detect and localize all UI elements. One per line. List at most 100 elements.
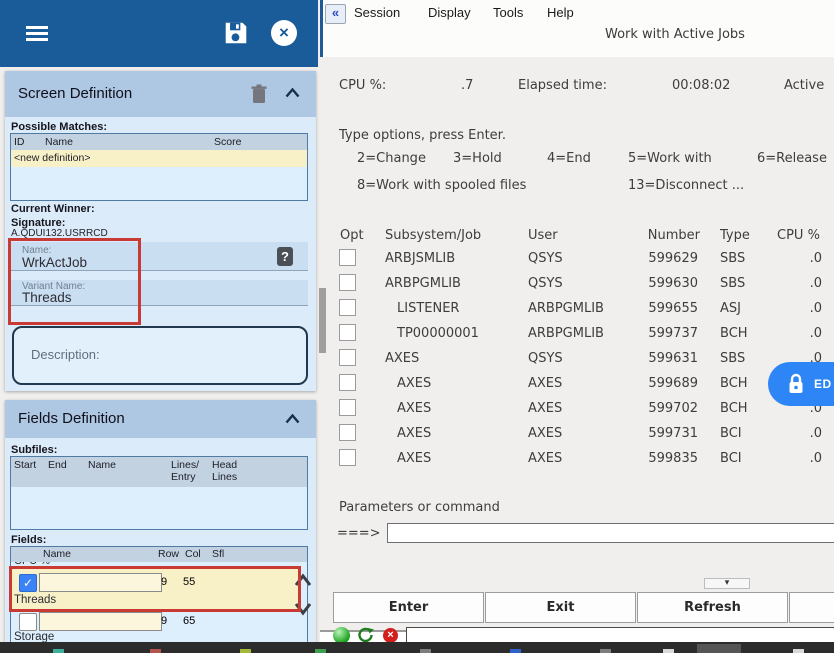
fields-table: Name Row Col Sfl CPU % ✓ 9 55 Threads xyxy=(10,546,308,644)
option-13-disconnect: 13=Disconnect ... xyxy=(628,178,744,193)
name-field-value: WrkActJob xyxy=(22,255,87,270)
cpu-label: CPU %: xyxy=(339,78,386,93)
job-cpu: .0 xyxy=(788,276,822,291)
menu-tools[interactable]: Tools xyxy=(493,5,523,20)
job-name: ARBPGMLIB xyxy=(385,276,461,291)
partial-button[interactable] xyxy=(789,592,834,623)
exit-button[interactable]: Exit xyxy=(485,592,636,623)
job-type: BCH xyxy=(720,401,748,416)
taskbar-icon[interactable] xyxy=(420,649,431,653)
job-cpu: .0 xyxy=(788,426,822,441)
resize-drop-handle[interactable]: ▾ xyxy=(704,578,750,589)
taskbar-icon[interactable] xyxy=(793,649,804,653)
menu-help[interactable]: Help xyxy=(547,5,574,20)
screen-definition-card: Screen Definition Possible Matches: ID N… xyxy=(5,71,316,391)
job-type: BCH xyxy=(720,376,748,391)
refresh-button[interactable]: Refresh xyxy=(637,592,788,623)
signature-value: A.QDUI132.USRRCD xyxy=(11,228,108,239)
taskbar-icon[interactable] xyxy=(240,649,251,653)
collapse-chevron-icon[interactable] xyxy=(285,414,300,424)
disconnect-icon[interactable]: × xyxy=(383,628,398,643)
opt-checkbox[interactable] xyxy=(339,449,356,466)
taskbar-icon[interactable] xyxy=(150,649,161,653)
field-checkbox[interactable]: ✓ xyxy=(19,574,37,592)
job-number: 599629 xyxy=(630,251,698,266)
job-name: AXES xyxy=(397,426,431,441)
option-4-end: 4=End xyxy=(547,151,591,166)
opt-checkbox[interactable] xyxy=(339,374,356,391)
hdr-cpu: CPU % xyxy=(777,228,820,243)
trash-icon[interactable] xyxy=(250,84,268,104)
opt-checkbox[interactable] xyxy=(339,399,356,416)
job-user: AXES xyxy=(528,426,562,441)
job-number: 599631 xyxy=(630,351,698,366)
col-score: Score xyxy=(214,136,241,148)
screen-title: Work with Active Jobs xyxy=(605,27,745,42)
left-toolbar: × xyxy=(0,0,318,67)
col-name: Name xyxy=(43,548,71,560)
job-number: 599731 xyxy=(630,426,698,441)
option-8-spooled: 8=Work with spooled files xyxy=(357,178,526,193)
save-button[interactable] xyxy=(223,20,249,46)
opt-checkbox[interactable] xyxy=(339,249,356,266)
fields-definition-card: Fields Definition Subfiles: Start End Na… xyxy=(5,400,316,642)
possible-matches-label: Possible Matches: xyxy=(11,121,107,133)
job-name: AXES xyxy=(397,451,431,466)
command-prompt: ===> xyxy=(337,526,381,541)
job-type: BCI xyxy=(720,426,742,441)
refresh-icon[interactable] xyxy=(357,627,375,643)
collapse-panel-button[interactable]: « xyxy=(325,4,346,24)
match-row-text: <new definition> xyxy=(14,152,90,164)
col-head-lines: Head xyxy=(212,459,237,471)
scroll-down-icon[interactable] xyxy=(294,602,312,616)
col-id: ID xyxy=(14,136,25,148)
col-row: Row xyxy=(158,548,179,560)
menu-display[interactable]: Display xyxy=(428,5,471,20)
field-name-input[interactable] xyxy=(39,612,162,631)
taskbar-icon[interactable] xyxy=(510,649,521,653)
field-row-threads[interactable]: ✓ 9 55 Threads xyxy=(11,568,299,609)
opt-checkbox[interactable] xyxy=(339,299,356,316)
match-row-new-definition[interactable]: <new definition> xyxy=(11,150,307,167)
collapse-chevron-icon[interactable] xyxy=(285,88,300,98)
field-checkbox[interactable] xyxy=(19,613,37,631)
taskbar-icon[interactable] xyxy=(315,649,326,653)
fields-definition-header[interactable]: Fields Definition xyxy=(5,400,316,438)
variant-name-field[interactable]: Variant Name: Threads xyxy=(10,280,308,306)
taskbar-icon[interactable] xyxy=(53,649,64,653)
hdr-type: Type xyxy=(720,228,750,243)
job-cpu: .0 xyxy=(788,301,822,316)
cpu-value: .7 xyxy=(461,78,473,93)
opt-checkbox[interactable] xyxy=(339,349,356,366)
taskbar-icon[interactable] xyxy=(663,649,674,653)
taskbar-active-window[interactable] xyxy=(697,644,741,653)
col-col: Col xyxy=(185,548,201,560)
help-icon[interactable]: ? xyxy=(277,247,293,266)
job-number: 599835 xyxy=(630,451,698,466)
field-col-value: 55 xyxy=(183,576,195,588)
scroll-up-icon[interactable] xyxy=(294,573,312,587)
field-row-storage[interactable]: 9 65 Storage xyxy=(11,611,299,643)
screen-definition-header[interactable]: Screen Definition xyxy=(5,71,316,117)
name-field[interactable]: Name: WrkActJob xyxy=(10,242,308,271)
opt-checkbox[interactable] xyxy=(339,424,356,441)
opt-checkbox[interactable] xyxy=(339,274,356,291)
description-box[interactable]: Description: xyxy=(12,326,308,385)
job-name: ARBJSMLIB xyxy=(385,251,455,266)
job-user: ARBPGMLIB xyxy=(528,326,604,341)
opt-checkbox[interactable] xyxy=(339,324,356,341)
enter-button[interactable]: Enter xyxy=(333,592,484,623)
description-label: Description: xyxy=(31,347,100,362)
job-user: QSYS xyxy=(528,351,563,366)
field-name-input[interactable] xyxy=(39,573,162,592)
hdr-number: Number xyxy=(630,228,700,243)
taskbar-icon[interactable] xyxy=(600,649,611,653)
close-button[interactable]: × xyxy=(271,20,297,46)
elapsed-label: Elapsed time: xyxy=(518,78,607,93)
panel-scrollbar-thumb[interactable] xyxy=(319,288,326,353)
menu-session[interactable]: Session xyxy=(354,5,400,20)
taskbar[interactable] xyxy=(0,642,834,653)
command-input[interactable] xyxy=(387,523,834,543)
edit-pill-button[interactable]: ED xyxy=(768,362,834,406)
hamburger-menu-icon[interactable] xyxy=(26,26,48,41)
